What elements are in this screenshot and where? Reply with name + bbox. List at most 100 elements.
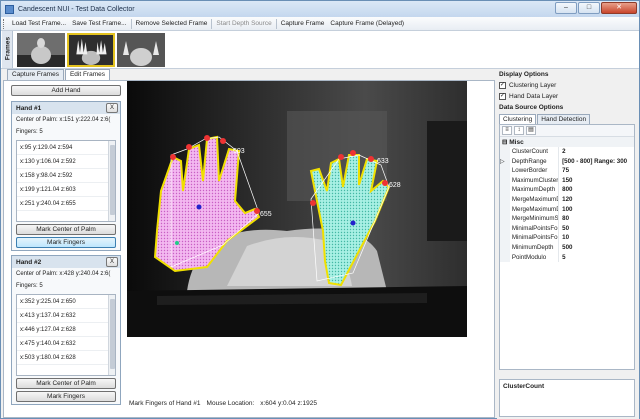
mark-fingers-button[interactable]: Mark Fingers [16, 391, 116, 402]
categorized-view-icon[interactable]: ≡ [502, 126, 512, 135]
property-row[interactable]: MinimalPointsForClustering50 [500, 223, 634, 234]
minimize-button[interactable]: – [555, 2, 577, 14]
property-value[interactable]: [500 - 800] Range: 300 [559, 157, 634, 167]
data-source-options-heading: Data Source Options [499, 104, 564, 111]
list-item[interactable]: x:251 y:240.04 z:655 [17, 197, 113, 211]
frame-thumbnail[interactable] [17, 33, 65, 67]
property-row[interactable]: ▷ DepthRange [500 - 800] Range: 300 [500, 156, 634, 167]
finger-point-marker[interactable] [368, 156, 374, 162]
frame-thumbnail-selected[interactable] [67, 33, 115, 67]
expand-icon[interactable]: ▷ [500, 156, 510, 167]
property-value[interactable]: 10 [559, 233, 634, 243]
property-row[interactable]: ClusterCount 2 [500, 147, 634, 157]
property-category[interactable]: ⊟ Misc [500, 137, 634, 147]
close-window-button[interactable]: ✕ [601, 2, 637, 14]
frame-thumbnail-image [117, 33, 165, 67]
property-row[interactable]: MaximumDepth 800 [500, 185, 634, 195]
palm-center-marker[interactable] [196, 204, 202, 210]
property-gutter [500, 223, 510, 234]
capture-frame-delayed-button[interactable]: Capture Frame (Delayed) [327, 20, 407, 27]
tab-clustering[interactable]: Clustering [499, 114, 537, 124]
remove-selected-frame-button[interactable]: Remove Selected Frame [133, 20, 211, 27]
property-row[interactable]: MergeMaximumDistance120 [500, 194, 634, 205]
window-title: Candescent NUI - Test Data Collector [18, 5, 135, 13]
list-item[interactable]: x:158 y:98.04 z:592 [17, 169, 113, 183]
tab-hand-detection[interactable]: Hand Detection [537, 114, 591, 124]
property-value[interactable]: 150 [559, 176, 634, 186]
maximize-button[interactable]: □ [578, 2, 600, 14]
property-row[interactable]: MinimumDepth 500 [500, 242, 634, 253]
property-value[interactable]: 5 [559, 253, 634, 263]
property-description-title: ClusterCount [503, 383, 545, 390]
list-item[interactable]: x:475 y:140.04 z:632 [17, 337, 113, 351]
mark-center-of-palm-button[interactable]: Mark Center of Palm [16, 378, 116, 389]
finger-point-list[interactable]: x:352 y:225.04 z:650 x:413 y:137.04 z:63… [16, 294, 116, 376]
finger-point-list[interactable]: x:95 y:129.04 z:594 x:130 y:106.04 z:592… [16, 140, 116, 222]
property-value[interactable]: 80 [559, 214, 634, 224]
property-value[interactable]: 100 [559, 205, 634, 215]
property-row[interactable]: MergeMaximumDepth100 [500, 204, 634, 215]
property-value[interactable]: 50 [559, 224, 634, 234]
finger-point-marker[interactable] [186, 144, 192, 150]
list-item[interactable]: x:446 y:127.04 z:628 [17, 323, 113, 337]
list-item[interactable]: x:95 y:129.04 z:594 [17, 141, 113, 155]
capture-frame-button[interactable]: Capture Frame [278, 20, 328, 27]
scrollbar-thumb[interactable] [110, 299, 115, 369]
property-row[interactable]: MergeMinimumSize80 [500, 214, 634, 224]
list-item[interactable]: x:413 y:137.04 z:632 [17, 309, 113, 323]
tab-edit-frames[interactable]: Edit Frames [64, 69, 111, 80]
property-row[interactable]: MinimalPointsForValidCluster10 [500, 233, 634, 243]
finger-point-marker[interactable] [338, 154, 344, 160]
collapse-icon[interactable]: ⊟ [502, 138, 509, 146]
property-value[interactable]: 2 [559, 147, 634, 157]
hand-data-layer-option[interactable]: ✓ Hand Data Layer [497, 91, 639, 102]
property-name: MinimalPointsForValidCluster [511, 233, 560, 243]
property-value[interactable]: 75 [559, 166, 634, 176]
toolbar-grip[interactable] [3, 18, 6, 29]
mark-fingers-button[interactable]: Mark Fingers [16, 237, 116, 248]
title-bar[interactable]: Candescent NUI - Test Data Collector – □… [1, 1, 639, 17]
remove-hand-button[interactable]: X [106, 257, 118, 267]
mark-center-of-palm-button[interactable]: Mark Center of Palm [16, 224, 116, 235]
finger-point-marker[interactable] [170, 154, 176, 160]
property-rows: ClusterCount 2 ▷ DepthRange [500 - 800] Rang… [500, 147, 634, 263]
palm-center-marker[interactable] [350, 220, 356, 226]
list-item[interactable]: x:130 y:106.04 z:592 [17, 155, 113, 169]
list-scrollbar[interactable] [108, 141, 115, 221]
center-of-palm-text: Center of Palm: x:428 y:240.04 z:6( [16, 271, 111, 277]
tab-capture-frames[interactable]: Capture Frames [7, 69, 64, 80]
finger-point-marker[interactable] [204, 135, 210, 141]
clustering-layer-checkbox[interactable]: ✓ [499, 82, 506, 89]
hand-group-header: Hand #1 X [12, 102, 120, 114]
load-test-frame-button[interactable]: Load Test Frame... [9, 20, 69, 27]
add-hand-button[interactable]: Add Hand [11, 85, 121, 96]
list-item[interactable]: x:352 y:225.04 z:650 [17, 295, 113, 309]
depth-image-canvas[interactable]: 603 655 633 628 [127, 81, 467, 337]
finger-point-marker[interactable] [382, 180, 388, 186]
app-icon [5, 4, 14, 14]
list-scrollbar[interactable] [108, 295, 115, 375]
property-value[interactable]: 500 [559, 243, 634, 253]
property-row[interactable]: PointModulo 5 [500, 252, 634, 263]
frame-thumbnail[interactable] [117, 33, 165, 67]
finger-point-marker[interactable] [350, 150, 356, 156]
finger-point-marker[interactable] [310, 200, 316, 206]
property-gutter [500, 204, 510, 215]
start-depth-source-button[interactable]: Start Depth Source [213, 20, 274, 27]
list-item[interactable]: x:199 y:121.04 z:603 [17, 183, 113, 197]
list-item[interactable]: x:503 y:180.04 z:628 [17, 351, 113, 365]
remove-hand-button[interactable]: X [106, 103, 118, 113]
hand-data-layer-checkbox[interactable]: ✓ [499, 93, 506, 100]
hand-title: Hand #1 [16, 104, 42, 112]
save-test-frame-button[interactable]: Save Test Frame... [69, 20, 129, 27]
finger-point-marker[interactable] [220, 138, 226, 144]
property-value[interactable]: 800 [559, 185, 634, 195]
alphabetical-sort-icon[interactable]: ↕ [514, 126, 524, 135]
property-name: MaximumClusterDepth [511, 175, 560, 186]
property-row[interactable]: LowerBorder 75 [500, 166, 634, 176]
scrollbar-thumb[interactable] [110, 145, 115, 215]
clustering-layer-option[interactable]: ✓ Clustering Layer [497, 80, 639, 91]
property-row[interactable]: MaximumClusterDepth150 [500, 175, 634, 186]
property-value[interactable]: 120 [559, 195, 634, 205]
property-pages-icon[interactable]: ▤ [526, 126, 536, 135]
